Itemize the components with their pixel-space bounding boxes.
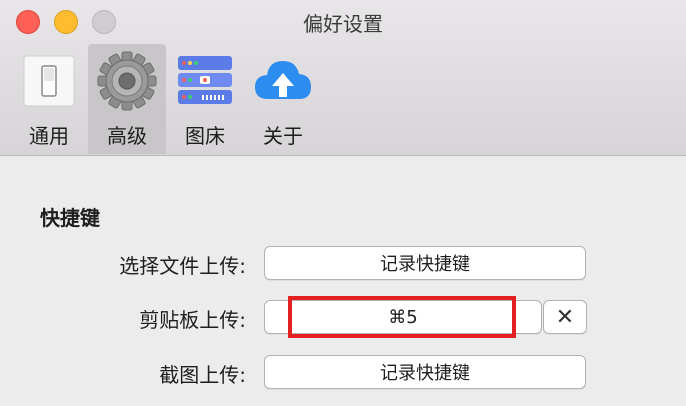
gear-icon [96, 50, 158, 112]
advanced-panel: 快捷键 选择文件上传: 记录快捷键 剪贴板上传: ⌘5 ✕ 截图上传: 记录快捷… [0, 156, 686, 406]
switch-icon [18, 50, 80, 112]
shortcut-label: 选择文件上传: [119, 254, 246, 278]
window-title: 偏好设置 [303, 12, 383, 36]
tab-image-host-label: 图床 [185, 124, 225, 148]
shortcut-row-clipboard: 剪贴板上传: ⌘5 ✕ [0, 296, 686, 338]
server-icon [174, 50, 236, 112]
clear-shortcut-button[interactable]: ✕ [543, 300, 587, 334]
tab-advanced[interactable]: 高级 [88, 44, 166, 154]
preferences-window: 偏好设置 通用 高级 图床 关于 快捷键 选择文件上传: 记录快捷键 剪贴板上传… [0, 0, 686, 406]
record-shortcut-button[interactable]: 记录快捷键 [264, 355, 586, 389]
shortcut-label: 截图上传: [159, 363, 246, 387]
cloud-upload-icon [252, 50, 314, 112]
shortcut-row-screenshot: 截图上传: 记录快捷键 [0, 355, 686, 391]
preferences-toolbar: 通用 高级 图床 关于 [10, 44, 322, 154]
tab-image-host[interactable]: 图床 [166, 44, 244, 154]
shortcut-label: 剪贴板上传: [139, 308, 246, 332]
title-toolbar: 偏好设置 通用 高级 图床 关于 [0, 0, 686, 156]
tab-advanced-label: 高级 [107, 124, 147, 148]
shortcuts-section-title: 快捷键 [40, 206, 100, 230]
clipboard-shortcut-field[interactable]: ⌘5 [264, 300, 542, 334]
tab-general[interactable]: 通用 [10, 44, 88, 154]
tab-general-label: 通用 [29, 124, 69, 148]
shortcut-row-select-file: 选择文件上传: 记录快捷键 [0, 246, 686, 282]
tab-about[interactable]: 关于 [244, 44, 322, 154]
tab-about-label: 关于 [263, 124, 303, 148]
record-shortcut-button[interactable]: 记录快捷键 [264, 246, 586, 280]
